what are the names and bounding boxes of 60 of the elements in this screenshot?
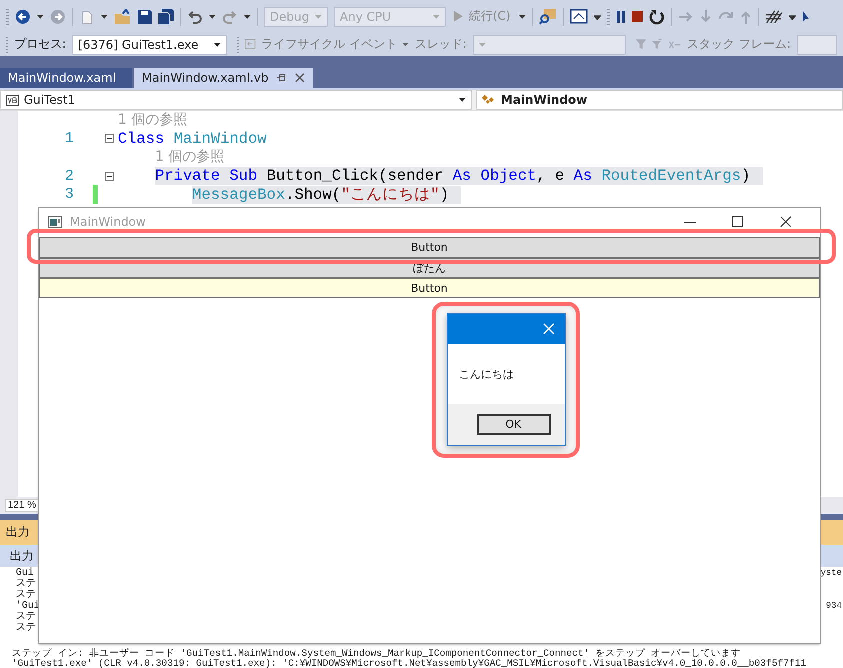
output-title: 出力: [6, 524, 30, 541]
output-line: ステ: [16, 579, 36, 590]
find-icon[interactable]: [538, 8, 557, 26]
ok-button[interactable]: OK: [476, 414, 550, 435]
thread-label: スレッド:: [414, 36, 467, 53]
output-line: ステ: [16, 623, 36, 634]
hatched-icon[interactable]: [764, 8, 783, 24]
project-dropdown[interactable]: GuiTest1: [0, 90, 472, 110]
document-tab[interactable]: MainWindow.xaml.vb: [134, 68, 313, 88]
caret-icon[interactable]: [459, 98, 466, 102]
caret-icon[interactable]: [244, 14, 251, 18]
undo-icon[interactable]: [187, 8, 203, 24]
pause-icon[interactable]: [616, 10, 626, 22]
code-line: Class MainWindow: [118, 130, 268, 148]
line-number: 3: [64, 186, 74, 204]
output-line: 'Gui: [16, 601, 40, 612]
member-dropdown[interactable]: MainWindow: [476, 90, 843, 110]
maximize-icon[interactable]: [732, 216, 744, 228]
output-line: yste: [820, 568, 842, 579]
output-source-label: 出力: [10, 548, 34, 564]
collapse-icon[interactable]: [104, 172, 114, 181]
zoom-level[interactable]: 121 %: [5, 499, 40, 512]
close-icon[interactable]: [780, 216, 792, 228]
button[interactable]: Button: [39, 237, 820, 258]
line-number: 1: [64, 130, 74, 148]
stop-icon[interactable]: [632, 11, 643, 22]
save-icon[interactable]: [138, 10, 152, 24]
output-line: ステップ イン: 非ユーザー コード 'GuiTest1.MainWindow.System_Windows_Markup_IComponentConnector_Connect' をステップ オーバーしています: [12, 649, 742, 659]
output-line: ステ: [16, 590, 36, 601]
class-icon: [482, 94, 496, 106]
button[interactable]: Button: [39, 278, 820, 298]
document-tab[interactable]: MainWindow.xaml: [0, 68, 132, 88]
save-all-icon[interactable]: [158, 8, 174, 24]
caret-icon[interactable]: [788, 14, 796, 20]
pin-icon[interactable]: [276, 73, 287, 83]
window-icon[interactable]: [570, 8, 588, 24]
caret-icon[interactable]: [37, 14, 44, 18]
process-dropdown[interactable]: [6376] GuiTest1.exe: [72, 34, 227, 54]
line-number: 2: [64, 168, 74, 185]
restart-icon[interactable]: [648, 8, 665, 24]
caret-icon[interactable]: [518, 14, 526, 18]
play-icon: [454, 11, 463, 22]
folder-icon[interactable]: [114, 8, 132, 24]
caret-icon[interactable]: [214, 42, 221, 46]
output-line: ステ: [16, 612, 36, 623]
collapse-icon[interactable]: [104, 134, 114, 144]
stack-frame-label: スタック フレーム:: [687, 36, 791, 53]
vb-file-icon: [6, 94, 19, 106]
cursor-icon[interactable]: [802, 10, 810, 24]
window-title: MainWindow: [70, 215, 147, 229]
process-label: プロセス:: [14, 36, 66, 53]
caret-icon[interactable]: [209, 14, 216, 18]
back-icon[interactable]: [15, 8, 31, 24]
output-line: 'GuiTest1.exe' (CLR v4.0.30319: GuiTest1.exe): 'C:¥WINDOWS¥Microsoft.Net¥assembly¥GAC_MSIL¥Microsoft.VisualBasic¥v4.0_10.0.0.0__b03f5f7f11: [12, 659, 806, 668]
output-line: Gui: [16, 568, 34, 579]
app-icon: [48, 216, 62, 228]
caret-icon[interactable]: [101, 14, 108, 18]
output-line: 934: [826, 601, 842, 612]
caret-icon[interactable]: [594, 14, 601, 20]
message-text: こんにちは: [459, 366, 514, 382]
